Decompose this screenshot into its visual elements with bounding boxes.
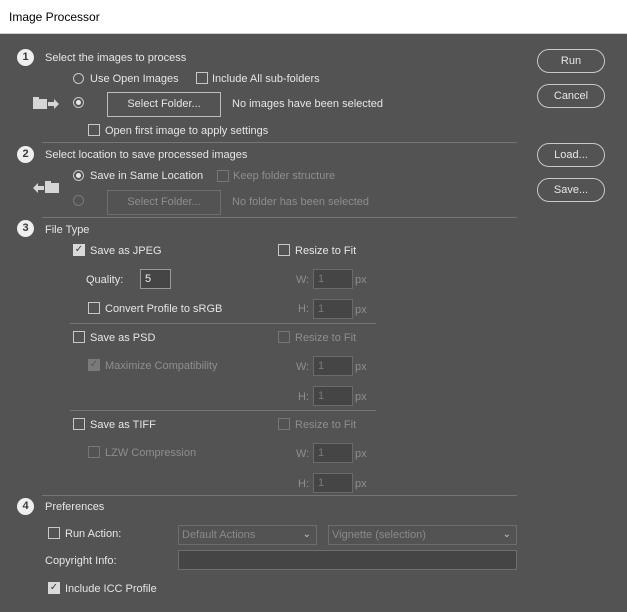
select-folder-radio[interactable] xyxy=(73,97,84,108)
divider xyxy=(42,217,517,218)
include-subfolders-label[interactable]: Include All sub-folders xyxy=(212,72,320,86)
save-as-psd-checkbox[interactable] xyxy=(73,331,85,343)
jpeg-resize-checkbox[interactable] xyxy=(278,244,290,256)
open-first-image-label[interactable]: Open first image to apply settings xyxy=(105,124,268,138)
folder-icon xyxy=(33,97,59,109)
step-1-badge: 1 xyxy=(17,49,34,66)
step-2-badge: 2 xyxy=(17,146,34,163)
jpeg-width-unit: px xyxy=(355,274,367,286)
run-button[interactable]: Run xyxy=(537,49,605,73)
step-3-heading: File Type xyxy=(45,224,90,236)
load-button[interactable]: Load... xyxy=(537,143,605,167)
select-destination-folder-button[interactable]: Select Folder... xyxy=(107,190,221,215)
use-open-images-label[interactable]: Use Open Images xyxy=(90,72,179,86)
select-source-folder-button[interactable]: Select Folder... xyxy=(107,92,221,117)
psd-height-label: H: xyxy=(298,391,309,403)
tiff-height-label: H: xyxy=(298,478,309,490)
action-set-dropdown[interactable]: Default Actions ⌄ xyxy=(178,525,317,545)
save-as-psd-label[interactable]: Save as PSD xyxy=(90,331,155,345)
tiff-width-input[interactable]: 1 xyxy=(313,443,353,463)
jpeg-width-label: W: xyxy=(296,274,310,286)
tiff-resize-checkbox[interactable] xyxy=(278,418,290,430)
save-same-location-label[interactable]: Save in Same Location xyxy=(90,169,203,183)
save-as-jpeg-checkbox[interactable]: ✓ xyxy=(73,244,85,256)
lzw-compression-checkbox[interactable] xyxy=(88,446,100,458)
psd-resize-label[interactable]: Resize to Fit xyxy=(295,331,356,345)
jpeg-quality-label: Quality: xyxy=(86,274,124,286)
tiff-width-label: W: xyxy=(296,448,310,460)
tiff-height-input[interactable]: 1 xyxy=(313,473,353,493)
open-first-image-checkbox[interactable] xyxy=(88,124,100,136)
include-icc-checkbox[interactable]: ✓ xyxy=(48,582,60,594)
save-button[interactable]: Save... xyxy=(537,178,605,202)
psd-height-input[interactable]: 1 xyxy=(313,386,353,406)
psd-width-unit: px xyxy=(355,361,367,373)
source-status: No images have been selected xyxy=(232,98,384,110)
window-title: Image Processor xyxy=(9,10,100,24)
jpeg-quality-input[interactable]: 5 xyxy=(140,269,171,289)
jpeg-width-input[interactable]: 1 xyxy=(313,269,353,289)
save-as-tiff-label[interactable]: Save as TIFF xyxy=(90,418,156,432)
divider xyxy=(42,495,517,496)
run-action-checkbox[interactable] xyxy=(48,527,60,539)
tiff-resize-label[interactable]: Resize to Fit xyxy=(295,418,356,432)
jpeg-height-label: H: xyxy=(298,303,309,315)
maximize-compatibility-label[interactable]: Maximize Compatibility xyxy=(105,359,217,373)
psd-height-unit: px xyxy=(355,391,367,403)
jpeg-height-input[interactable]: 1 xyxy=(313,299,353,319)
run-action-label[interactable]: Run Action: xyxy=(65,527,121,541)
step-1-heading: Select the images to process xyxy=(45,52,187,64)
convert-srgb-label[interactable]: Convert Profile to sRGB xyxy=(105,302,222,316)
destination-status: No folder has been selected xyxy=(232,196,369,208)
psd-resize-checkbox[interactable] xyxy=(278,331,290,343)
jpeg-height-unit: px xyxy=(355,304,367,316)
step-2-heading: Select location to save processed images xyxy=(45,149,248,161)
include-subfolders-checkbox[interactable] xyxy=(196,72,208,84)
save-same-location-radio[interactable] xyxy=(73,170,84,181)
use-open-images-radio[interactable] xyxy=(73,73,84,84)
psd-width-input[interactable]: 1 xyxy=(313,356,353,376)
action-dropdown[interactable]: Vignette (selection) ⌄ xyxy=(328,525,517,545)
select-destination-radio[interactable] xyxy=(73,195,84,206)
step-4-badge: 4 xyxy=(17,498,34,515)
convert-srgb-checkbox[interactable] xyxy=(88,302,100,314)
keep-folder-structure-checkbox[interactable] xyxy=(217,170,229,182)
title-bar: Image Processor xyxy=(0,0,627,34)
chevron-down-icon: ⌄ xyxy=(502,529,511,540)
tiff-height-unit: px xyxy=(355,478,367,490)
include-icc-label[interactable]: Include ICC Profile xyxy=(65,582,157,596)
action-value: Vignette (selection) xyxy=(332,529,426,541)
divider xyxy=(42,142,517,143)
lzw-compression-label[interactable]: LZW Compression xyxy=(105,446,196,460)
tiff-width-unit: px xyxy=(355,448,367,460)
copyright-input[interactable] xyxy=(178,550,517,570)
save-as-tiff-checkbox[interactable] xyxy=(73,418,85,430)
destination-folder-icon xyxy=(33,181,59,193)
chevron-down-icon: ⌄ xyxy=(302,529,311,540)
divider xyxy=(70,410,376,411)
psd-width-label: W: xyxy=(296,361,310,373)
image-processor-dialog: Image Processor 1 Select the images to p… xyxy=(0,0,627,612)
jpeg-resize-label[interactable]: Resize to Fit xyxy=(295,244,356,258)
step-3-badge: 3 xyxy=(17,220,34,237)
step-4-heading: Preferences xyxy=(45,501,105,513)
keep-folder-structure-label[interactable]: Keep folder structure xyxy=(233,169,335,183)
copyright-label: Copyright Info: xyxy=(45,555,117,567)
maximize-compatibility-checkbox[interactable]: ✓ xyxy=(88,359,100,371)
cancel-button[interactable]: Cancel xyxy=(537,84,605,108)
action-set-value: Default Actions xyxy=(182,529,256,541)
save-as-jpeg-label[interactable]: Save as JPEG xyxy=(90,244,162,258)
divider xyxy=(70,323,376,324)
